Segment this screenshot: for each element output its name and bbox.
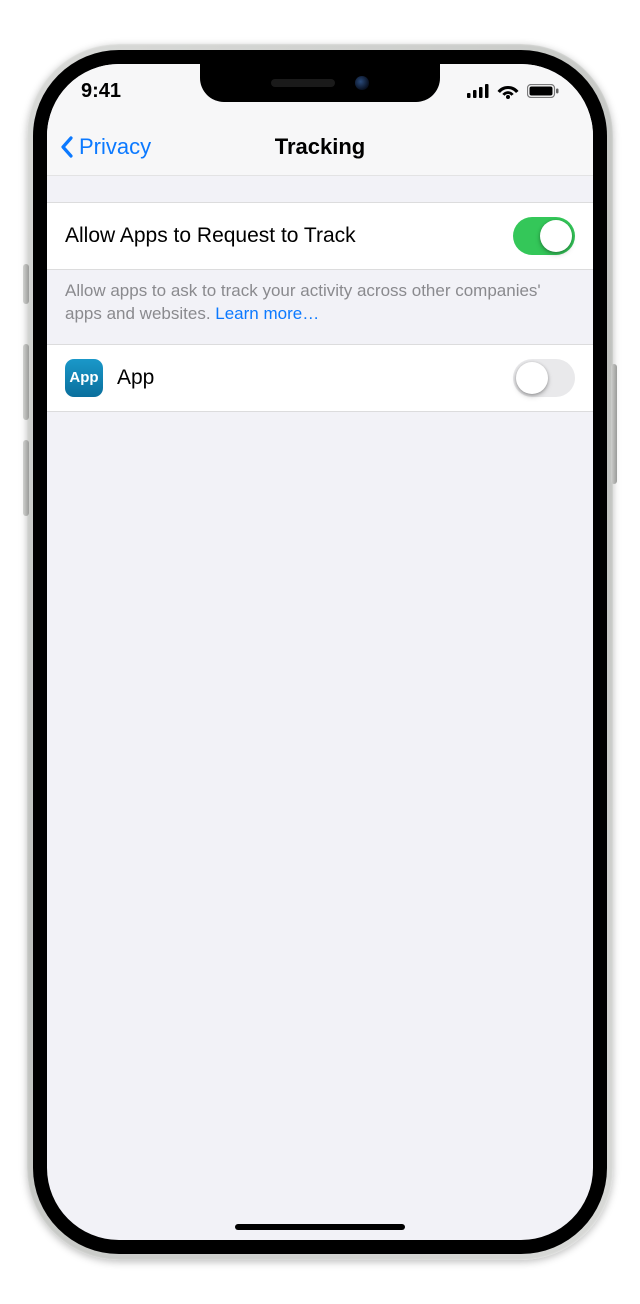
- row-allow-apps-to-request-to-track: Allow Apps to Request to Track: [47, 202, 593, 270]
- nav-bar: Privacy Tracking: [47, 118, 593, 176]
- back-button[interactable]: Privacy: [59, 118, 151, 175]
- phone-frame: 9:41: [27, 44, 613, 1260]
- home-indicator[interactable]: [235, 1224, 405, 1230]
- battery-icon: [527, 84, 559, 98]
- wifi-icon: [497, 83, 519, 99]
- silent-switch: [23, 264, 29, 304]
- app-name-label: App: [117, 366, 513, 390]
- allow-tracking-label: Allow Apps to Request to Track: [65, 224, 513, 248]
- app-icon: App: [65, 359, 103, 397]
- row-app: App App: [47, 344, 593, 412]
- allow-tracking-description: Allow apps to ask to track your activity…: [47, 270, 593, 344]
- side-button: [611, 364, 617, 484]
- front-camera: [355, 76, 369, 90]
- status-time: 9:41: [81, 80, 121, 103]
- learn-more-link[interactable]: Learn more…: [215, 304, 319, 323]
- page-title: Tracking: [275, 134, 365, 160]
- volume-down-button: [23, 440, 29, 516]
- notch: [200, 64, 440, 102]
- back-label: Privacy: [79, 134, 151, 160]
- screen: 9:41: [47, 64, 593, 1240]
- volume-up-button: [23, 344, 29, 420]
- chevron-left-icon: [59, 135, 75, 159]
- app-tracking-toggle[interactable]: [513, 359, 575, 397]
- settings-content: Allow Apps to Request to Track Allow app…: [47, 176, 593, 412]
- cellular-icon: [467, 84, 489, 98]
- app-list: App App: [47, 344, 593, 412]
- allow-tracking-toggle[interactable]: [513, 217, 575, 255]
- status-icons: [467, 83, 559, 99]
- speaker-grille: [271, 79, 335, 87]
